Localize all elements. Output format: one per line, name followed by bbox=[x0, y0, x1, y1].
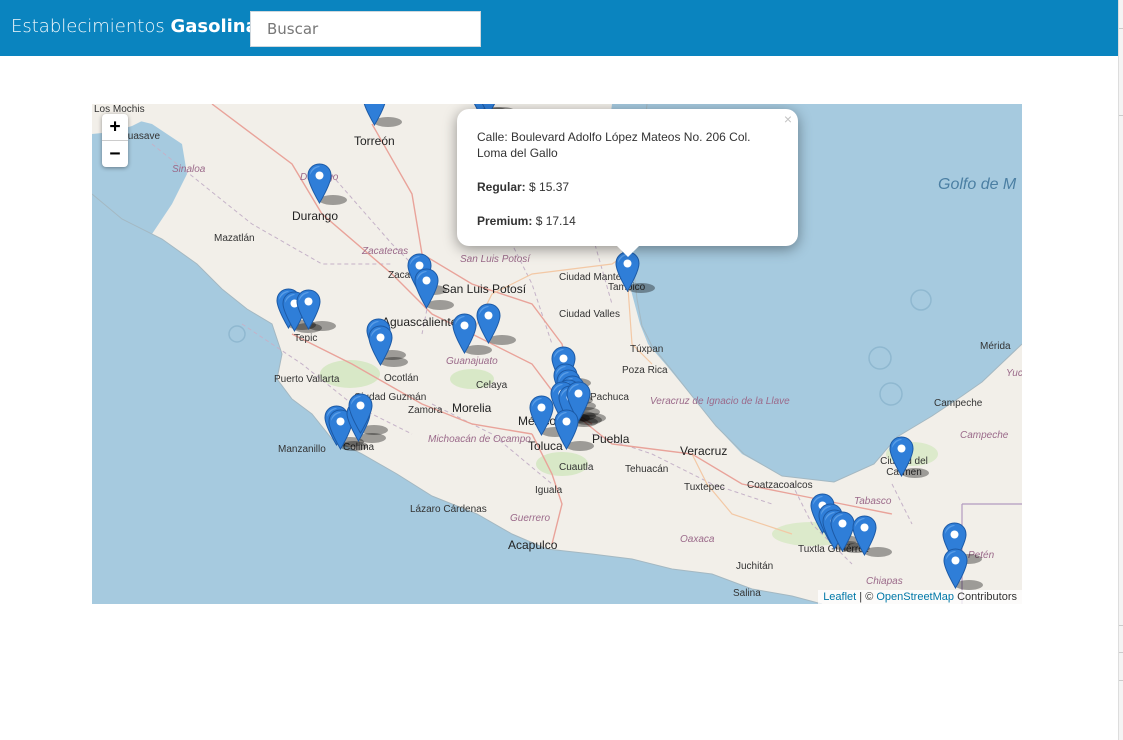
scroll-tick bbox=[1119, 28, 1123, 29]
popup-premium: Premium: $ 17.14 bbox=[477, 213, 777, 229]
map-label: Veracruz bbox=[680, 444, 728, 458]
zoom-out-button[interactable]: − bbox=[102, 140, 128, 167]
map-label: Mazatlán bbox=[214, 233, 255, 244]
attribution-separator: | © bbox=[856, 591, 877, 603]
map-marker-icon[interactable] bbox=[452, 313, 477, 354]
search-input[interactable] bbox=[250, 11, 481, 47]
scroll-tick bbox=[1119, 115, 1123, 116]
map-label: Tabasco bbox=[854, 496, 892, 507]
map-label: Zamora bbox=[408, 405, 443, 416]
map-marker-icon[interactable] bbox=[348, 393, 373, 434]
map-marker-icon[interactable] bbox=[615, 251, 640, 292]
regular-label: Regular: bbox=[477, 180, 526, 194]
map-label: Michoacán de Ocampo bbox=[428, 434, 531, 445]
premium-price: $ 17.14 bbox=[535, 214, 576, 228]
map-label: Golfo de M bbox=[938, 176, 1017, 193]
map-label: Cuautla bbox=[559, 462, 594, 473]
map-label: Juchitán bbox=[736, 561, 774, 572]
map-label: Morelia bbox=[452, 401, 492, 415]
popup-regular: Regular: $ 15.37 bbox=[477, 179, 777, 195]
popup-address: Calle: Boulevard Adolfo López Mateos No.… bbox=[477, 130, 751, 160]
close-icon[interactable]: × bbox=[784, 111, 792, 127]
map-label: Torreón bbox=[354, 134, 395, 148]
map-label: Salina bbox=[733, 588, 761, 599]
page-scrollbar[interactable] bbox=[1118, 0, 1123, 740]
popup-tip bbox=[616, 245, 640, 257]
map-label: Tuxtepec bbox=[684, 482, 725, 493]
map-label: Poza Rica bbox=[622, 365, 668, 376]
map-label: Túxpan bbox=[630, 344, 664, 355]
map-marker-icon[interactable] bbox=[296, 289, 321, 330]
station-popup: × Calle: Boulevard Adolfo López Mateos N… bbox=[457, 109, 798, 257]
map-label: Sinaloa bbox=[172, 164, 206, 175]
map-label: Yuc bbox=[1006, 368, 1022, 379]
map-label: Puerto Vallarta bbox=[274, 374, 340, 385]
map-marker-icon[interactable] bbox=[476, 303, 501, 344]
map-marker-icon[interactable] bbox=[368, 325, 393, 366]
map-label: Lázaro Cárdenas bbox=[410, 504, 487, 515]
map-label: Campeche bbox=[934, 398, 983, 409]
leaflet-link[interactable]: Leaflet bbox=[823, 591, 856, 603]
attribution-suffix: Contributors bbox=[954, 591, 1017, 603]
map-label: Ciudad Valles bbox=[559, 309, 620, 320]
map-container[interactable]: Los Mochis Guasave Sinaloa Torreón Duran… bbox=[92, 104, 1022, 604]
scroll-tick bbox=[1119, 680, 1123, 681]
map-label: Chiapas bbox=[866, 576, 903, 587]
map-label: Coatzacoalcos bbox=[747, 480, 813, 491]
map-label: Iguala bbox=[535, 485, 563, 496]
map-label: Tehuacán bbox=[625, 464, 669, 475]
map-marker-icon[interactable] bbox=[889, 436, 914, 477]
brand-title[interactable]: Establecimientos Gasolina bbox=[11, 16, 258, 37]
map-label: Veracruz de Ignacio de la Llave bbox=[650, 396, 790, 407]
top-navbar: Establecimientos Gasolina bbox=[0, 0, 1118, 56]
map-label: Tepic bbox=[294, 333, 318, 344]
map-marker-icon[interactable] bbox=[362, 104, 387, 126]
map-marker-icon[interactable] bbox=[554, 409, 579, 450]
premium-label: Premium: bbox=[477, 214, 533, 228]
map-label: Ocotlán bbox=[384, 373, 419, 384]
map-label: Guerrero bbox=[510, 513, 551, 524]
map-label: San Luis Potosí bbox=[460, 254, 531, 265]
brand-bold-text: Gasolina bbox=[170, 16, 258, 37]
map-marker-icon[interactable] bbox=[852, 515, 877, 556]
map-marker-icon[interactable] bbox=[307, 163, 332, 204]
map-label: Campeche bbox=[960, 430, 1009, 441]
scroll-tick bbox=[1119, 625, 1123, 626]
map-label: Zacatecas bbox=[362, 246, 409, 257]
map-marker-icon[interactable] bbox=[943, 548, 968, 589]
map-attribution: Leaflet | © OpenStreetMap Contributors bbox=[818, 590, 1022, 604]
popup-content: Calle: Boulevard Adolfo López Mateos No.… bbox=[477, 129, 777, 247]
map-label: Acapulco bbox=[508, 538, 558, 552]
brand-light-text: Establecimientos bbox=[11, 16, 165, 37]
map-label: Oaxaca bbox=[680, 534, 715, 545]
regular-price: $ 15.37 bbox=[529, 180, 570, 194]
map-marker-icon[interactable] bbox=[414, 268, 439, 309]
map-marker-icon[interactable] bbox=[529, 395, 554, 436]
map-label: Celaya bbox=[476, 380, 508, 391]
map-label: Durango bbox=[292, 209, 339, 223]
map-label: Guanajuato bbox=[446, 356, 498, 367]
map-label: Mérida bbox=[980, 341, 1011, 352]
scroll-tick bbox=[1119, 652, 1123, 653]
map-label: Manzanillo bbox=[278, 444, 326, 455]
zoom-in-button[interactable]: + bbox=[102, 114, 128, 140]
zoom-control: + − bbox=[102, 114, 128, 167]
osm-link[interactable]: OpenStreetMap bbox=[876, 591, 954, 603]
